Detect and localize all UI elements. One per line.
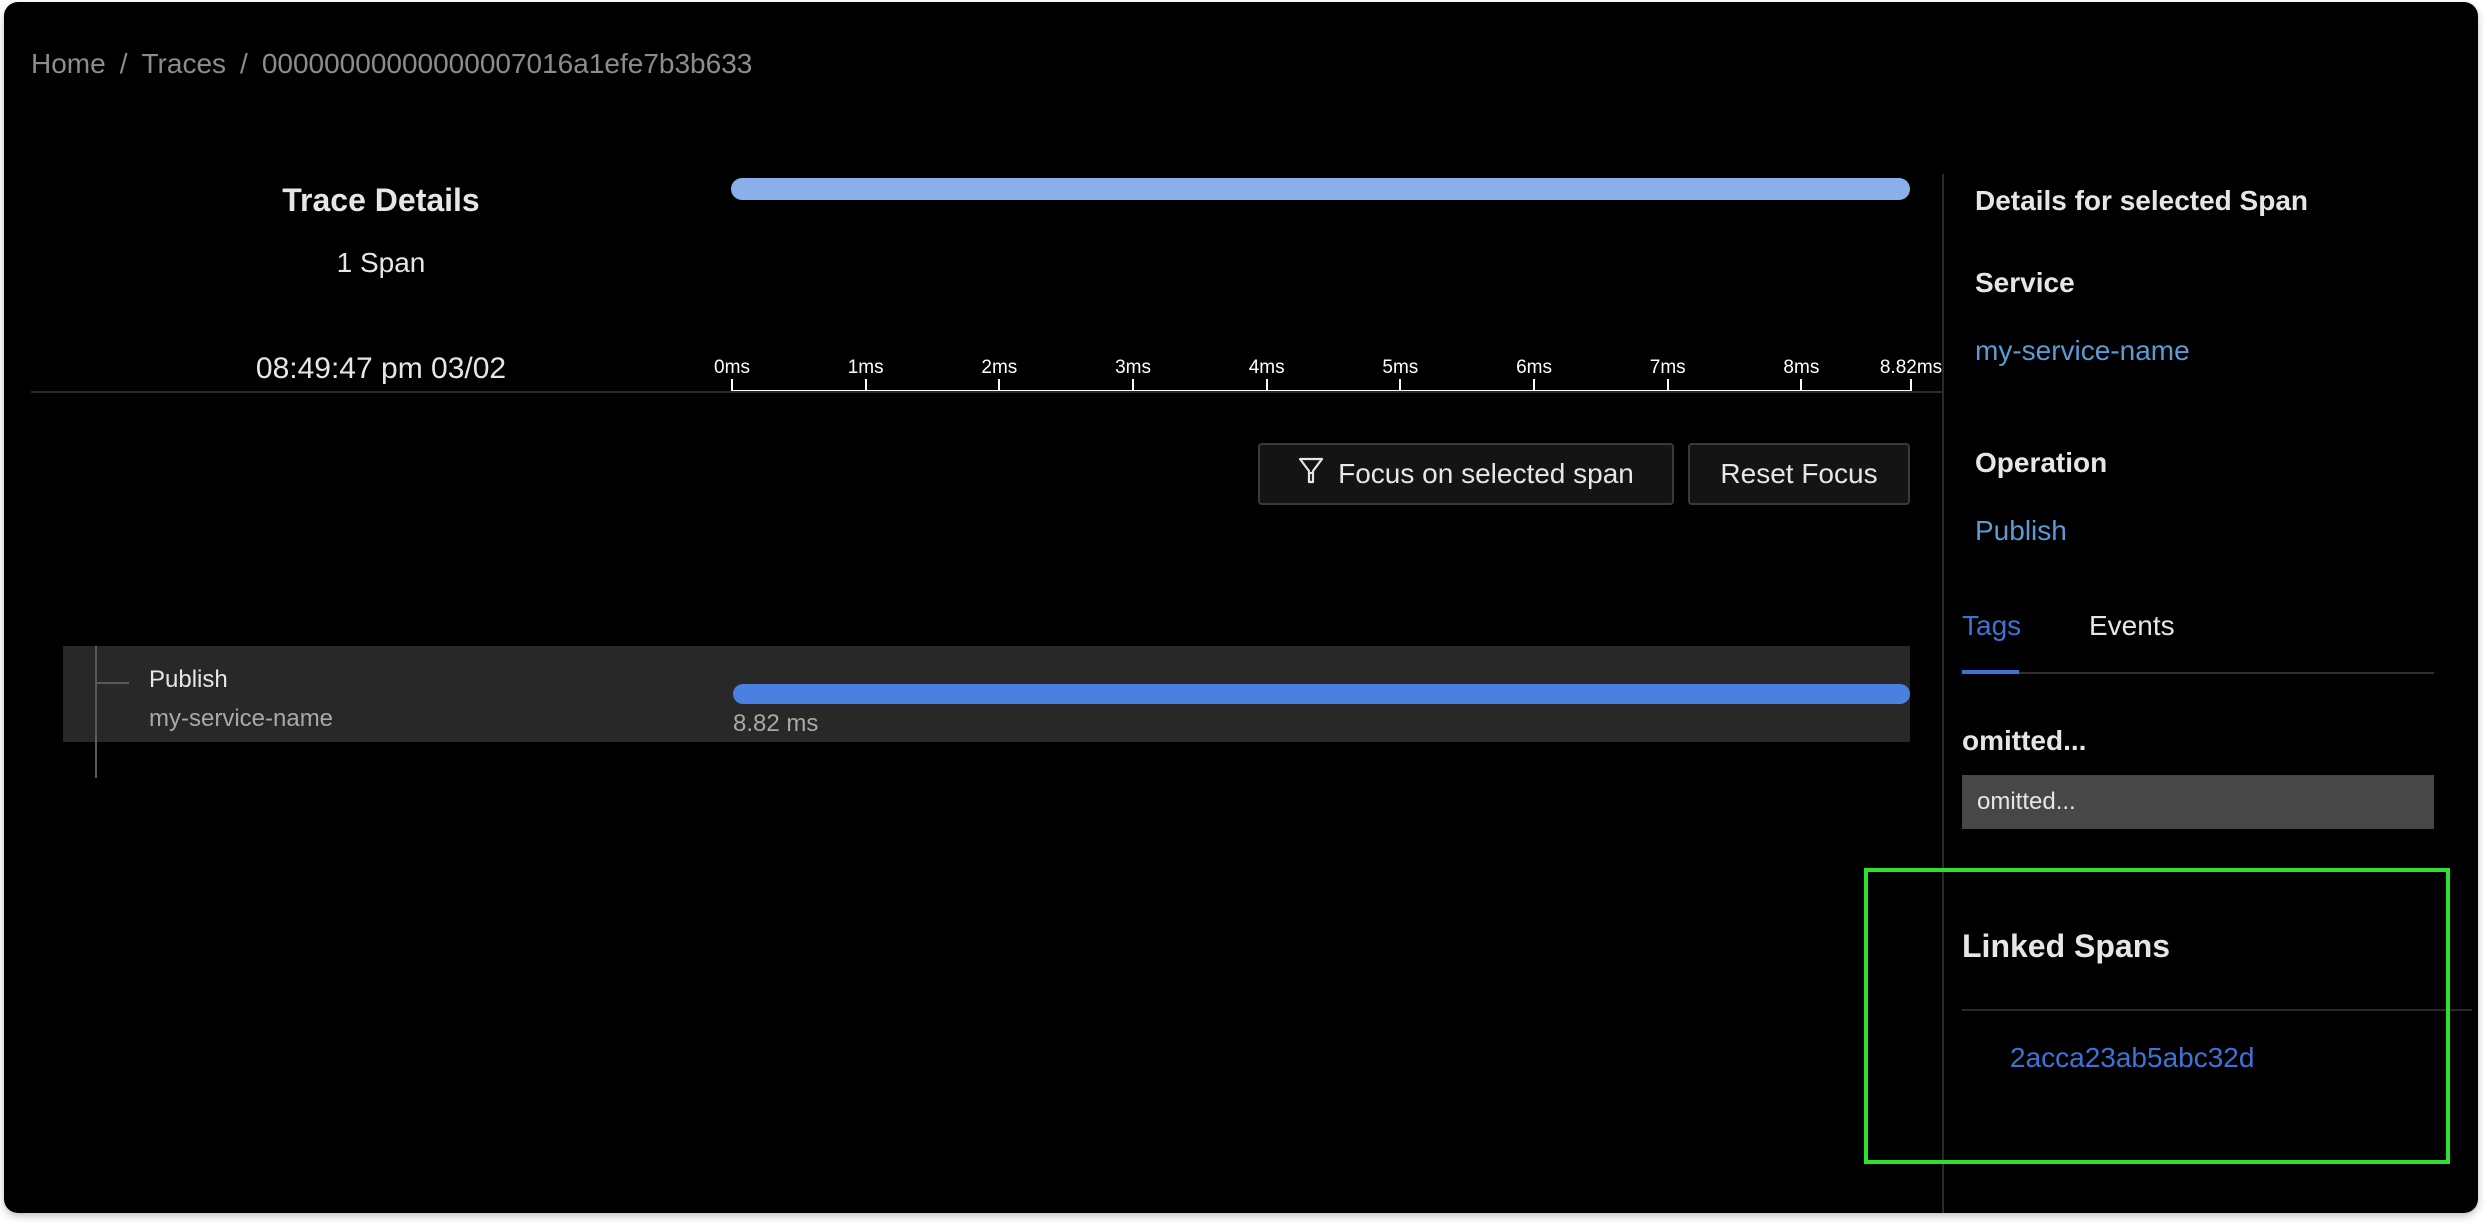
breadcrumb-trace-id: 00000000000000007016a1efe7b3b633	[261, 48, 753, 79]
tag-value: omitted...	[1962, 775, 2434, 829]
trace-overview-bar	[731, 178, 1910, 200]
tree-connector	[95, 682, 129, 684]
linked-spans-highlight	[1864, 868, 2450, 1164]
details-panel-divider[interactable]	[1942, 174, 1944, 1213]
span-count: 1 Span	[336, 247, 426, 278]
service-label: Service	[1975, 267, 2075, 298]
breadcrumb-traces[interactable]: Traces	[141, 48, 226, 80]
linked-spans-title: Linked Spans	[1962, 928, 2171, 964]
axis-tick-label: 7ms	[1649, 357, 1686, 378]
trace-details-window: Home / Traces / 00000000000000007016a1ef…	[4, 2, 2478, 1213]
service-value-link[interactable]: my-service-name	[1975, 335, 2190, 367]
tab-tags[interactable]: Tags	[1962, 610, 2021, 642]
details-panel-title: Details for selected Span	[1975, 185, 2309, 216]
tree-line	[95, 646, 97, 778]
span-service-name: my-service-name	[149, 705, 334, 732]
breadcrumb-separator: /	[240, 48, 248, 79]
filter-icon	[1298, 457, 1324, 492]
trace-start-time: 08:49:47 pm 03/02	[255, 352, 507, 385]
axis-tick-label: 1ms	[847, 357, 884, 378]
span-operation-name: Publish	[149, 666, 228, 693]
tab-events[interactable]: Events	[2089, 610, 2175, 642]
reset-focus-label: Reset Focus	[1720, 458, 1878, 489]
axis-tick-label: 8.82ms	[1879, 357, 1943, 378]
details-tabs: Tags Events	[1962, 610, 2434, 674]
axis-tick-label: 2ms	[981, 357, 1018, 378]
breadcrumb-separator: /	[119, 48, 128, 79]
focus-selected-span-label: Focus on selected span	[1338, 458, 1634, 489]
operation-label: Operation	[1975, 447, 2108, 478]
span-duration-bar[interactable]	[733, 684, 1910, 704]
focus-selected-span-button[interactable]: Focus on selected span	[1258, 443, 1674, 505]
linked-spans-divider	[1962, 1009, 2472, 1011]
breadcrumb: Home / Traces / 00000000000000007016a1ef…	[31, 48, 752, 80]
span-duration-label: 8.82 ms	[733, 710, 819, 737]
linked-span-link[interactable]: 2acca23ab5abc32d	[2010, 1042, 2254, 1074]
axis-tick-label: 8ms	[1783, 357, 1820, 378]
trace-details-title: Trace Details	[282, 182, 480, 218]
operation-value-link[interactable]: Publish	[1975, 515, 2067, 547]
axis-tick-label: 5ms	[1382, 357, 1419, 378]
axis-tick-label: 6ms	[1516, 357, 1552, 378]
timeline-divider	[31, 391, 1943, 393]
axis-tick-label: 4ms	[1248, 357, 1285, 378]
reset-focus-button[interactable]: Reset Focus	[1688, 443, 1910, 505]
tabs-baseline	[1962, 672, 2434, 674]
active-tab-indicator	[1962, 670, 2019, 674]
axis-tick-label: 3ms	[1115, 357, 1151, 378]
breadcrumb-home[interactable]: Home	[31, 48, 106, 80]
axis-tick-label: 0ms	[714, 357, 750, 378]
tag-key: omitted...	[1962, 725, 2087, 756]
